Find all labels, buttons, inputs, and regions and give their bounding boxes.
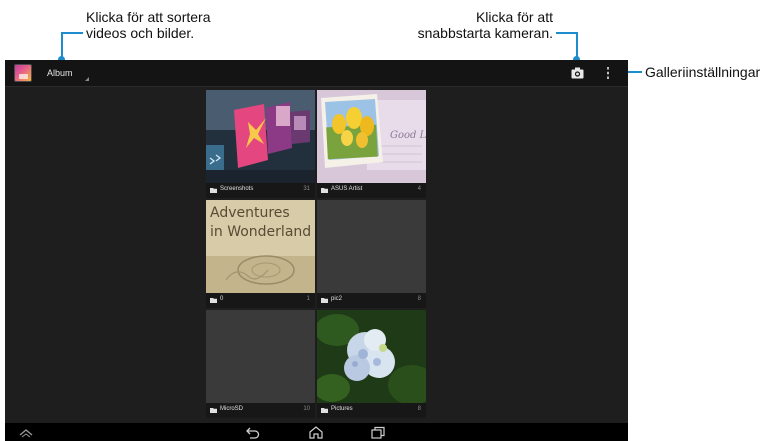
camera-icon[interactable] <box>571 67 584 79</box>
callout-sort-line2: videos och bilder. <box>86 25 195 41</box>
album-caption: ASUS Artist 4 <box>317 183 426 198</box>
callout-settings-text: Galleriinställningar <box>645 64 761 80</box>
book-cover-title-line1: Adventures <box>210 205 290 221</box>
album-caption: Screenshots 31 <box>206 183 315 198</box>
album-name: MicroSD <box>220 406 244 412</box>
callout-sort-line1: Klicka för att sortera <box>86 9 211 25</box>
asus-artist-thumbnail-image: Good Lu <box>317 90 426 183</box>
folder-icon <box>210 188 217 193</box>
album-dropdown-label[interactable]: Album <box>47 68 73 78</box>
folder-icon <box>210 408 217 413</box>
callout-camera-line-h <box>556 32 578 34</box>
callout-sort-line-h <box>61 32 83 34</box>
album-name: 0 <box>220 296 224 302</box>
folder-icon <box>321 408 328 413</box>
system-nav-bar <box>5 423 628 441</box>
overflow-menu-icon[interactable] <box>605 66 611 80</box>
folder-icon <box>321 188 328 193</box>
album-tile-0[interactable]: Adventures in Wonderland 0 1 <box>206 200 315 308</box>
callout-camera-line2: snabbstarta kameran. <box>417 25 553 41</box>
album-thumbnail-empty <box>206 310 315 403</box>
dropdown-indicator-icon <box>85 77 89 81</box>
card-text: Good Lu <box>390 130 426 141</box>
book-cover-thumbnail-image: Adventures in Wonderland <box>206 200 315 293</box>
album-count: 10 <box>303 406 310 412</box>
album-count: 31 <box>303 186 310 192</box>
album-tile-pic2[interactable]: pic2 8 <box>317 200 426 308</box>
album-count: 8 <box>417 406 421 412</box>
album-caption: pic2 8 <box>317 293 426 308</box>
album-name: Pictures <box>331 406 353 412</box>
album-thumbnail-empty <box>317 200 426 293</box>
album-name: Screenshots <box>220 186 254 192</box>
callout-camera-line1: Klicka för att <box>475 9 553 25</box>
home-icon[interactable] <box>308 426 324 439</box>
back-icon[interactable] <box>245 426 261 439</box>
callout-sort-line-v <box>61 32 63 58</box>
folder-icon <box>210 298 217 303</box>
album-tile-screenshots[interactable]: Screenshots 31 <box>206 90 315 198</box>
album-tile-asus-artist[interactable]: Good Lu ASUS Artist 4 <box>317 90 426 198</box>
album-thumbnail: Good Lu <box>317 90 426 183</box>
nav-up-icon[interactable] <box>19 426 33 439</box>
recent-apps-icon[interactable] <box>370 426 386 439</box>
callout-sort-text: Klicka för att sortera videos och bilder… <box>86 9 211 41</box>
album-thumbnail: Adventures in Wonderland <box>206 200 315 293</box>
album-tile-microsd[interactable]: MicroSD 10 <box>206 310 315 418</box>
album-count: 4 <box>417 186 421 192</box>
album-caption: Pictures 8 <box>317 403 426 418</box>
album-count: 1 <box>306 296 310 302</box>
gallery-screen: Album Screenshots 31 Good L ASUS Artist … <box>5 60 628 441</box>
hydrangea-thumbnail-image <box>317 310 426 403</box>
album-caption: 0 1 <box>206 293 315 308</box>
book-cover-title-line2: in Wonderland <box>210 224 311 240</box>
album-count: 8 <box>417 296 421 302</box>
gallery-app-icon[interactable] <box>14 64 32 82</box>
folder-icon <box>321 298 328 303</box>
album-thumbnail <box>317 310 426 403</box>
callout-camera-text: Klicka för att snabbstarta kameran. <box>413 9 553 41</box>
album-name: ASUS Artist <box>331 186 363 192</box>
album-tile-pictures[interactable]: Pictures 8 <box>317 310 426 418</box>
screenshots-thumbnail-image <box>206 90 315 183</box>
action-bar: Album <box>5 60 628 87</box>
album-caption: MicroSD 10 <box>206 403 315 418</box>
album-thumbnail <box>206 90 315 183</box>
album-name: pic2 <box>331 296 343 302</box>
callout-camera-line-v <box>576 32 578 59</box>
